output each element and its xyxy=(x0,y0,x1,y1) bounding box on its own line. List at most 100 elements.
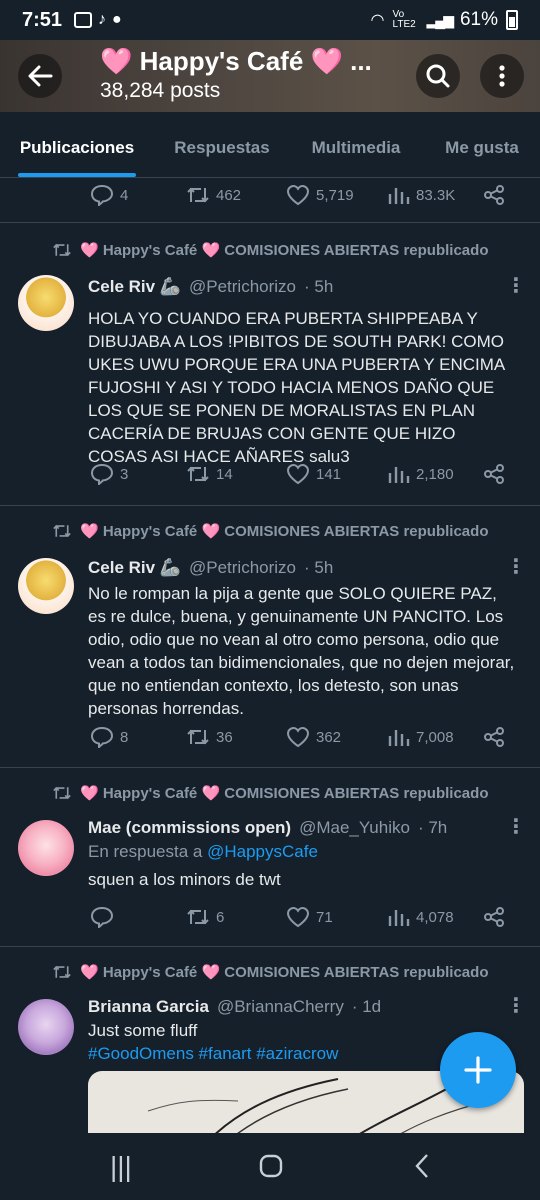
repost-context: 🩷 Happy's Café 🩷 COMISIONES ABIERTAS rep… xyxy=(52,784,488,802)
heart-icon xyxy=(286,726,310,748)
recents-button[interactable]: ||| xyxy=(110,1151,132,1183)
share-button[interactable] xyxy=(482,906,506,928)
back-icon xyxy=(415,1154,428,1178)
more-options-button[interactable] xyxy=(480,54,524,98)
header-title-block: 🩷 Happy's Café 🩷 ... 38,284 posts xyxy=(100,46,400,103)
like-count: 71 xyxy=(316,908,333,926)
like-button[interactable]: 71 xyxy=(286,906,333,928)
author-handle[interactable]: @Mae_Yuhiko xyxy=(299,818,410,838)
search-button[interactable] xyxy=(416,54,460,98)
author-handle[interactable]: @BriannaCherry xyxy=(217,997,344,1017)
avatar[interactable] xyxy=(18,558,74,614)
tweet-more-button[interactable]: ⋮ xyxy=(506,996,526,1016)
active-tab-indicator xyxy=(18,173,136,177)
tweet-more-button[interactable]: ⋮ xyxy=(506,557,526,577)
arrow-left-icon xyxy=(28,65,53,87)
share-icon xyxy=(484,185,504,205)
reply-button[interactable]: 3 xyxy=(90,463,128,485)
author-name[interactable]: Brianna Garcia xyxy=(88,997,209,1017)
like-button[interactable]: 5,719 xyxy=(286,184,354,206)
reply-count: 8 xyxy=(120,728,129,746)
tiktok-icon: ♪ xyxy=(98,11,107,28)
author-name[interactable]: Cele Riv 🦾 xyxy=(88,277,181,297)
heart-icon xyxy=(286,184,310,206)
avatar[interactable] xyxy=(18,999,74,1055)
share-button[interactable] xyxy=(482,463,506,485)
share-icon xyxy=(484,727,504,747)
repost-count: 36 xyxy=(216,728,233,746)
tab-me-gusta[interactable]: Me gusta xyxy=(442,112,522,177)
system-navigation-bar: ||| xyxy=(0,1133,540,1200)
like-button[interactable]: 141 xyxy=(286,463,341,485)
views-icon xyxy=(388,910,410,926)
heart-icon xyxy=(286,463,310,485)
tab-multimedia[interactable]: Multimedia xyxy=(308,112,404,177)
repost-icon xyxy=(187,909,209,925)
tweet-more-button[interactable]: ⋮ xyxy=(506,817,526,837)
back-nav-button[interactable] xyxy=(414,1153,430,1186)
tab-publicaciones[interactable]: Publicaciones xyxy=(18,112,136,177)
repost-button[interactable]: 6 xyxy=(186,906,224,928)
tweet-more-button[interactable]: ⋮ xyxy=(506,276,526,296)
clock: 7:51 xyxy=(22,8,63,31)
repost-icon xyxy=(53,524,71,538)
repost-icon xyxy=(53,965,71,979)
share-icon xyxy=(484,464,504,484)
reply-button[interactable]: 4 xyxy=(90,184,128,206)
tweet-time: · 5h xyxy=(304,558,334,577)
views-icon xyxy=(388,467,410,483)
tweet-author-row: Mae (commissions open) @Mae_Yuhiko · 7h xyxy=(88,818,447,838)
tweet-time: · 1d xyxy=(351,997,382,1016)
tweet[interactable]: 🩷 Happy's Café 🩷 COMISIONES ABIERTAS rep… xyxy=(0,506,540,767)
reply-button[interactable]: 8 xyxy=(90,726,128,748)
author-name[interactable]: Cele Riv 🦾 xyxy=(88,558,181,578)
views-button[interactable]: 2,180 xyxy=(386,463,454,485)
views-button[interactable]: 7,008 xyxy=(386,726,454,748)
heart-icon xyxy=(286,906,310,928)
share-button[interactable] xyxy=(482,726,506,748)
like-count: 141 xyxy=(316,465,342,483)
avatar[interactable] xyxy=(18,275,74,331)
back-button[interactable] xyxy=(18,54,62,98)
author-name[interactable]: Mae (commissions open) xyxy=(88,818,291,838)
repost-count: 14 xyxy=(216,465,233,483)
profile-tabs: Publicaciones Respuestas Multimedia Me g… xyxy=(0,112,540,178)
compose-button[interactable] xyxy=(440,1032,516,1108)
author-handle[interactable]: @Petrichorizo xyxy=(189,558,296,578)
repost-button[interactable]: 36 xyxy=(186,726,233,748)
tweet-author-row: Brianna Garcia @BriannaCherry · 1d xyxy=(88,997,381,1017)
more-vertical-icon xyxy=(499,65,505,87)
tweet[interactable]: 🩷 Happy's Café 🩷 COMISIONES ABIERTAS rep… xyxy=(0,768,540,946)
tweet-text: No le rompan la pija a gente que SOLO QU… xyxy=(88,584,515,718)
reply-prefix: En respuesta a xyxy=(88,842,203,861)
signal-label: Vo LTE2 xyxy=(392,9,416,30)
home-icon xyxy=(259,1154,283,1178)
avatar[interactable] xyxy=(18,820,74,876)
tweet-time: · 5h xyxy=(304,277,334,296)
tab-label: Respuestas xyxy=(174,138,270,157)
reply-button[interactable] xyxy=(90,906,120,928)
view-count: 4,078 xyxy=(416,908,454,926)
home-button[interactable] xyxy=(258,1153,284,1186)
author-handle[interactable]: @Petrichorizo xyxy=(189,277,296,297)
reply-mention-link[interactable]: @HappysCafe xyxy=(207,842,318,861)
share-button[interactable] xyxy=(482,184,506,206)
repost-button[interactable]: 462 xyxy=(186,184,241,206)
battery-icon xyxy=(506,10,518,30)
tweet-actions: 8 36 362 7,008 xyxy=(0,722,540,752)
tab-label: Publicaciones xyxy=(19,138,135,157)
chat-icon: ● xyxy=(112,11,122,28)
repost-icon xyxy=(187,466,209,482)
share-icon xyxy=(484,907,504,927)
tweet[interactable]: 🩷 Happy's Café 🩷 COMISIONES ABIERTAS rep… xyxy=(0,223,540,505)
profile-header: 🩷 Happy's Café 🩷 ... 38,284 posts xyxy=(0,40,540,112)
notification-icons: ♪ ● xyxy=(74,11,122,29)
repost-button[interactable]: 14 xyxy=(186,463,233,485)
views-button[interactable]: 4,078 xyxy=(386,906,454,928)
views-icon xyxy=(388,188,410,204)
page-title: 🩷 Happy's Café 🩷 ... xyxy=(100,46,372,76)
views-button[interactable]: 83.3K xyxy=(386,184,455,206)
tab-respuestas[interactable]: Respuestas xyxy=(174,112,270,177)
tweet-text: HOLA YO CUANDO ERA PUBERTA SHIPPEABA Y D… xyxy=(88,309,505,466)
like-button[interactable]: 362 xyxy=(286,726,341,748)
